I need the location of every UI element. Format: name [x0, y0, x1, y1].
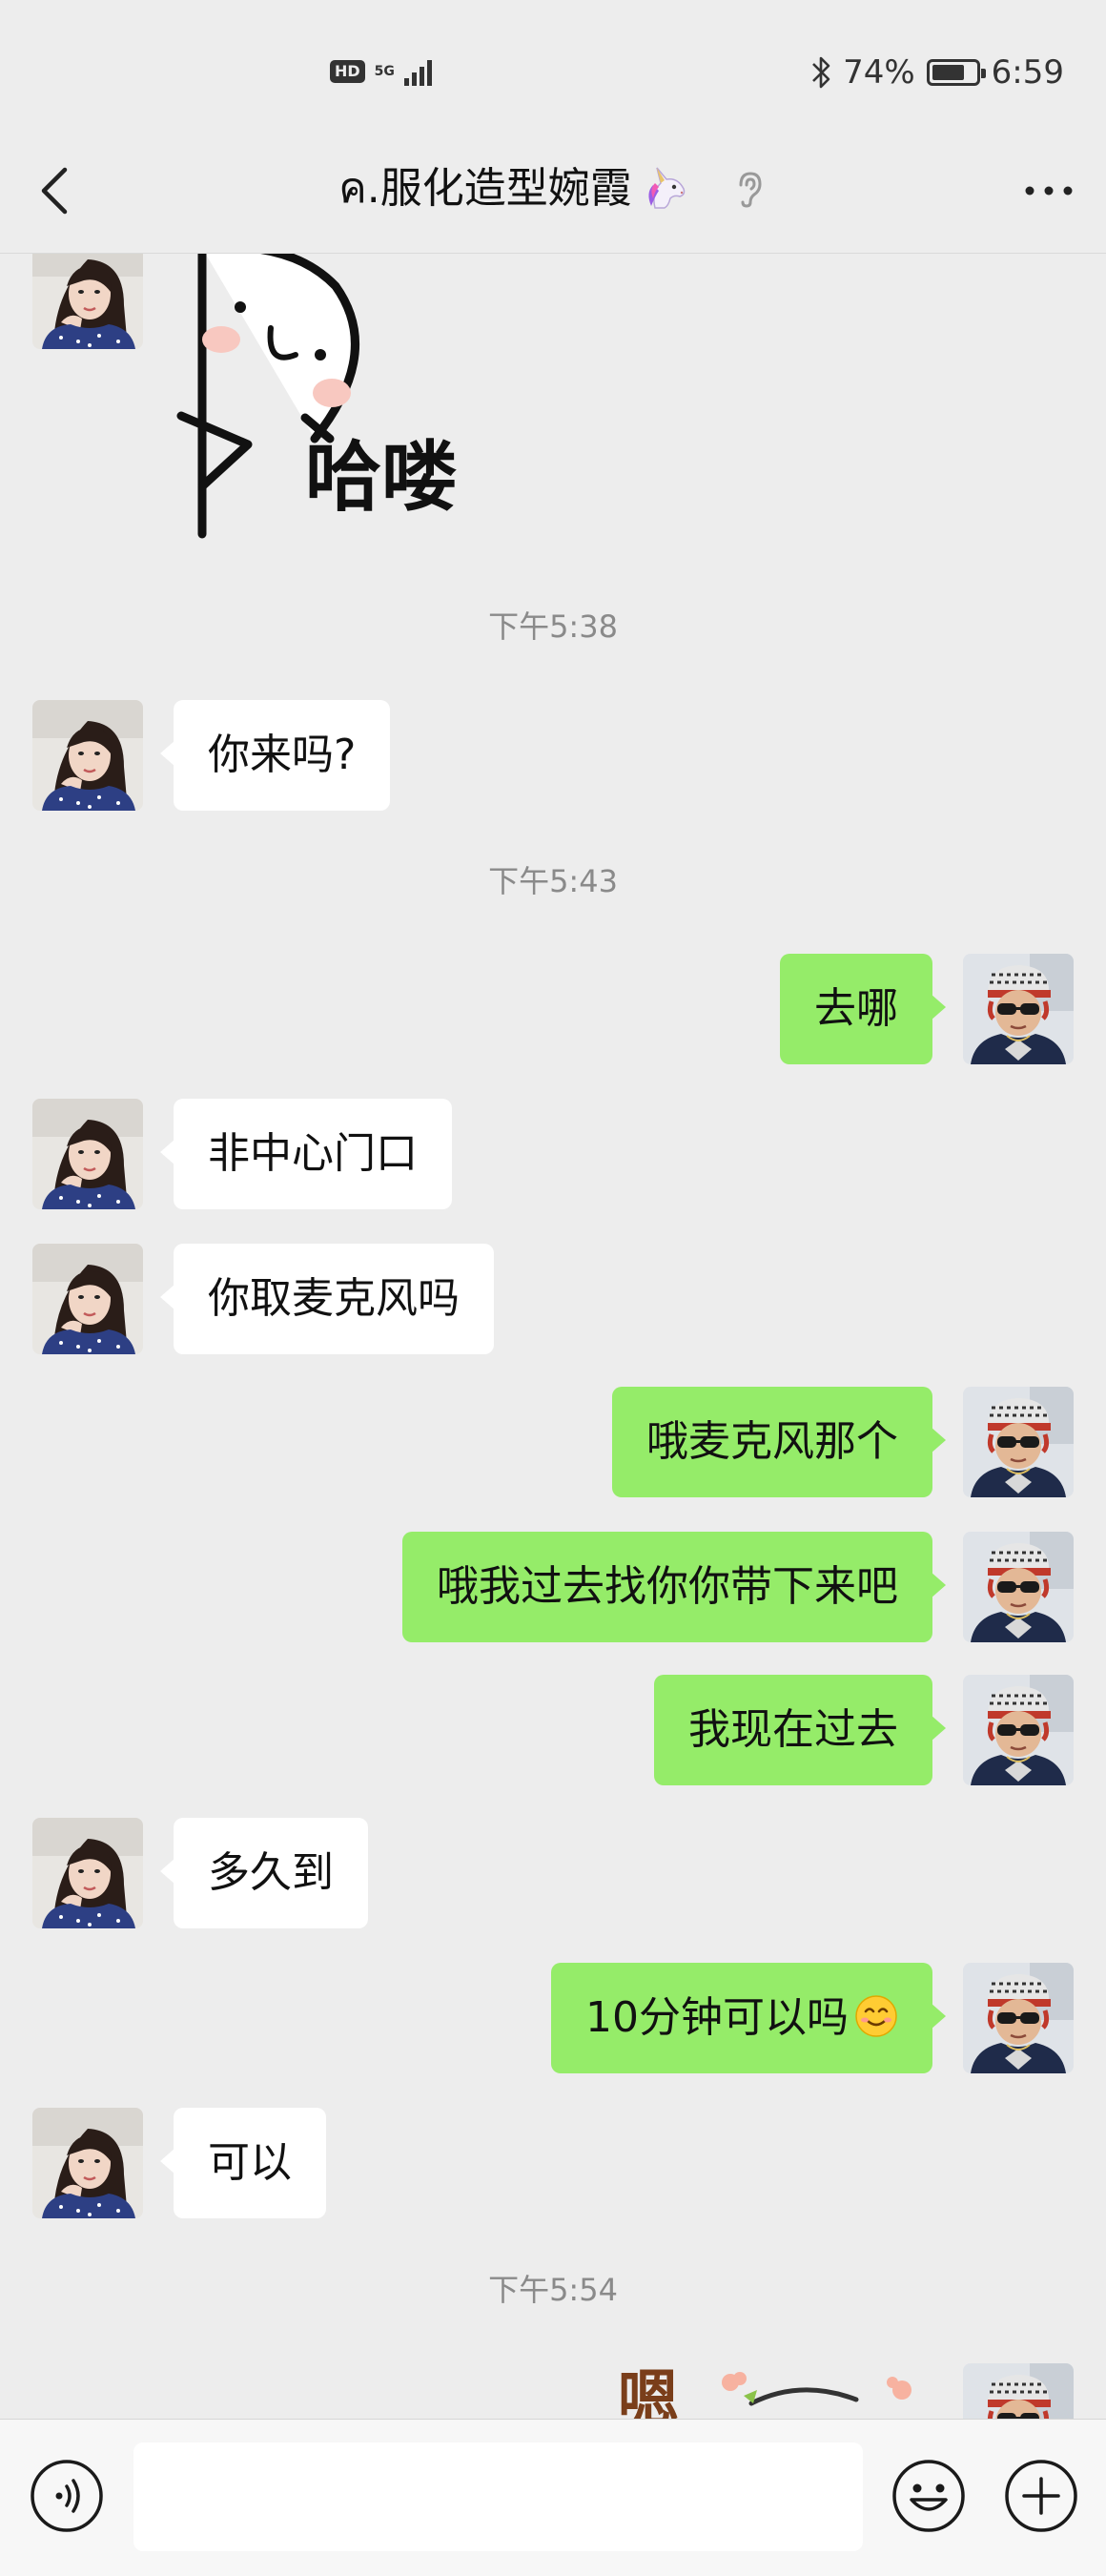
- message-bubble-incoming[interactable]: 多久到: [160, 1818, 368, 1928]
- sticker-image: [722, 2372, 911, 2406]
- message-input[interactable]: [133, 2442, 863, 2551]
- my-avatar[interactable]: [963, 1387, 1074, 1497]
- message-bubble-outgoing[interactable]: 哦我过去找你你带下来吧: [402, 1532, 946, 1642]
- hd-badge: HD: [330, 60, 365, 83]
- emoji-icon: [892, 2460, 965, 2532]
- message-bubble-outgoing[interactable]: 去哪: [780, 954, 946, 1064]
- plus-icon: [1005, 2460, 1077, 2532]
- voice-button[interactable]: [29, 2458, 105, 2534]
- battery-percent: 74%: [843, 53, 915, 92]
- sticker-mm[interactable]: 嗯: [610, 2361, 934, 2419]
- contact-avatar[interactable]: [32, 1099, 143, 1209]
- battery-icon: [926, 59, 986, 86]
- my-avatar[interactable]: [963, 1675, 1074, 1785]
- my-avatar[interactable]: [963, 2363, 1074, 2419]
- my-avatar[interactable]: [963, 1532, 1074, 1642]
- status-bar: HD 5G 74% 6:59: [0, 0, 1106, 143]
- message-bubble-outgoing[interactable]: 哦麦克风那个: [612, 1387, 946, 1497]
- my-avatar[interactable]: [963, 954, 1074, 1064]
- my-avatar[interactable]: [963, 1963, 1074, 2073]
- timestamp: 下午5:38: [488, 608, 618, 645]
- timestamp: 下午5:43: [488, 863, 618, 899]
- voice-icon: [31, 2460, 103, 2532]
- network-type: 5G: [374, 64, 395, 79]
- contact-avatar[interactable]: [32, 1818, 143, 1928]
- chat-title[interactable]: ค.服化造型婉霞: [338, 160, 631, 217]
- message-list[interactable]: 哈喽 下午5:38 你来吗? 下午5:43 去哪 非中心门口 你取麦克风吗 哦麦…: [0, 254, 1106, 2419]
- sticker-hello[interactable]: 哈喽: [172, 254, 515, 544]
- message-bubble-incoming[interactable]: 你取麦克风吗: [160, 1244, 494, 1354]
- network-indicator: HD 5G: [330, 57, 432, 86]
- clock: 6:59: [991, 53, 1064, 92]
- plus-button[interactable]: [1003, 2458, 1079, 2534]
- contact-avatar[interactable]: [32, 1244, 143, 1354]
- message-bubble-incoming[interactable]: 非中心门口: [160, 1099, 452, 1209]
- contact-avatar[interactable]: [32, 700, 143, 811]
- message-bubble-incoming[interactable]: 你来吗?: [159, 700, 391, 811]
- signal-icon: [403, 57, 432, 86]
- status-right: 74% 6:59: [810, 53, 1064, 92]
- contact-avatar[interactable]: [32, 254, 143, 349]
- message-bubble-outgoing[interactable]: 我现在过去: [654, 1675, 946, 1785]
- unicorn-emoji-icon: [648, 167, 685, 209]
- contact-avatar[interactable]: [32, 2108, 143, 2218]
- bluetooth-icon: [810, 55, 831, 90]
- more-dots-icon: [1025, 186, 1073, 196]
- emoji-button[interactable]: [891, 2458, 967, 2534]
- sticker-caption: 哈喽: [305, 433, 458, 522]
- timestamp: 下午5:54: [488, 2272, 618, 2308]
- more-button[interactable]: [1020, 172, 1077, 210]
- message-text: 10分钟可以吗: [585, 1993, 849, 2042]
- chat-header: ค.服化造型婉霞: [0, 143, 1106, 254]
- smiling-face-icon: [855, 1995, 897, 2037]
- message-bubble-outgoing[interactable]: 10分钟可以吗: [551, 1963, 946, 2073]
- input-bar: [0, 2419, 1106, 2576]
- message-bubble-incoming[interactable]: 可以: [160, 2108, 326, 2218]
- ear-icon: [739, 172, 762, 208]
